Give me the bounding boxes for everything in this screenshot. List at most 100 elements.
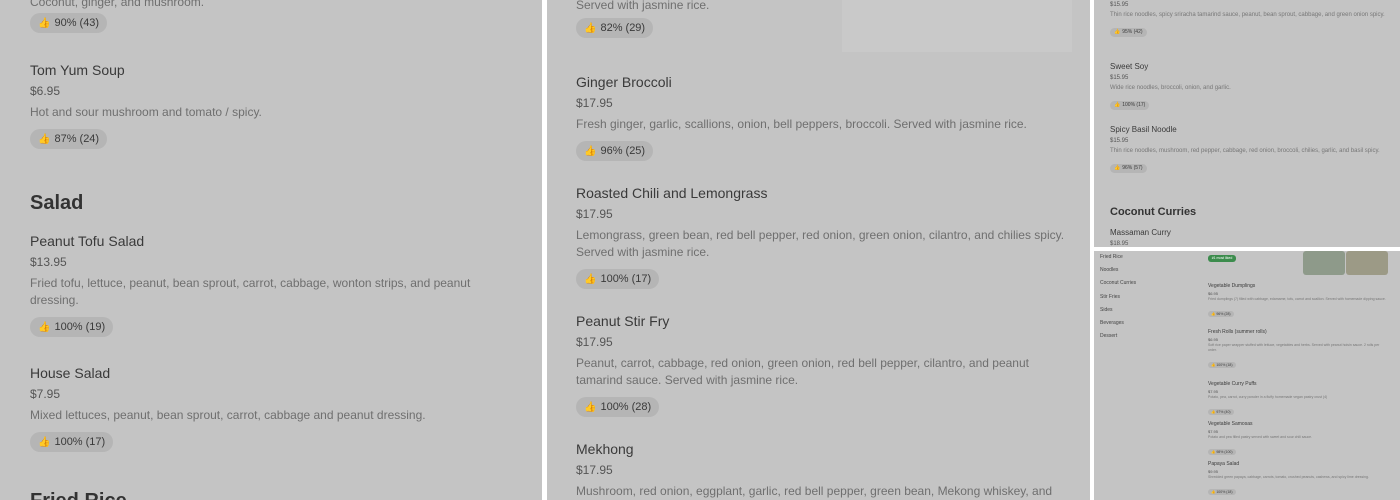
thumbs-up-icon: 👍 (38, 321, 51, 333)
thumbs-up-icon: 👍 (584, 273, 597, 285)
item-description: Thin rice noodles, mushroom, red pepper,… (1110, 148, 1380, 154)
menu-item[interactable]: Roasted Chili and Lemongrass $17.95 Lemo… (576, 185, 1066, 289)
category-nav-item[interactable]: Stir Fries (1100, 294, 1120, 300)
menu-item[interactable]: Fresh Rolls (summer rolls) $6.95 Soft ri… (1208, 329, 1388, 371)
item-description: Potato, pea, carrot, curry powder in a f… (1208, 395, 1328, 399)
category-nav-item[interactable]: Sides (1100, 307, 1113, 313)
item-name: Vegetable Curry Puffs (1208, 381, 1257, 387)
item-name: Tom Yum Soup (30, 62, 125, 78)
rating-badge: 👍 96% (28) (1208, 311, 1234, 317)
rating-value: 100% (17) (54, 436, 106, 448)
menu-panel-middle: Served with jasmine rice. 👍 82% (29) Ging… (547, 0, 1090, 500)
item-price: $17.95 (576, 463, 613, 477)
item-description: Shredded green papaya, cabbage, carrots,… (1208, 475, 1369, 479)
rating-value: 98% (100) (1216, 450, 1233, 454)
rating-value: 97% (40) (1216, 410, 1231, 414)
category-nav-item[interactable]: Beverages (1100, 320, 1124, 326)
item-description: Served with jasmine rice. (576, 0, 710, 12)
rating-value: 100% (17) (600, 273, 652, 285)
item-name: Vegetable Samosas (1208, 421, 1253, 427)
item-name: Spicy Basil Noodle (1110, 125, 1177, 134)
item-description: Potato and pea filled pastry served with… (1208, 435, 1313, 439)
item-description: Mixed lettuces, peanut, bean sprout, car… (30, 408, 426, 422)
rating-badge: 👍 96% (57) (1110, 163, 1147, 173)
menu-item[interactable]: Ginger Broccoli $17.95 Fresh ginger, gar… (576, 74, 1066, 161)
item-description: Mushroom, red onion, eggplant, garlic, r… (576, 484, 1053, 498)
category-nav-item[interactable]: Noodles (1100, 267, 1118, 273)
item-price: $9.95 (1208, 469, 1219, 474)
rating-badge: 👍 100% (17) (30, 432, 114, 452)
rating-badge: 👍 90% (43) (30, 13, 108, 33)
item-price: $13.95 (30, 255, 67, 269)
menu-item[interactable]: Vegetable Dumplings $6.95 Fried dumpling… (1208, 283, 1388, 320)
item-price: $17.95 (576, 96, 613, 110)
menu-item[interactable]: Peanut Tofu Salad $13.95 Fried tofu, let… (30, 233, 510, 337)
rating-value: 100% (18) (1216, 490, 1233, 494)
rating-value: 96% (25) (600, 145, 646, 157)
menu-item[interactable]: Vegetable Curry Puffs $7.95 Potato, pea,… (1208, 381, 1388, 418)
item-price: $6.95 (30, 84, 61, 98)
menu-item[interactable]: House Salad $7.95 Mixed lettuces, peanut… (30, 365, 510, 452)
section-title-coconut-curries: Coconut Curries (1110, 206, 1197, 218)
item-price: $17.95 (576, 207, 613, 221)
item-name: Ginger Broccoli (576, 74, 672, 90)
rating-value: 82% (29) (600, 22, 646, 34)
rating-value: 100% (17) (1122, 102, 1146, 108)
item-name: Massaman Curry (1110, 228, 1171, 237)
rating-badge: 👍 98% (100) (1208, 449, 1236, 455)
item-photo (842, 0, 1072, 52)
item-name: Fresh Rolls (summer rolls) (1208, 329, 1267, 335)
section-title-salad: Salad (30, 192, 84, 214)
menu-item[interactable]: Massaman Curry $18.95 (1110, 228, 1390, 247)
rating-value: 90% (43) (54, 17, 100, 29)
item-name: Peanut Tofu Salad (30, 233, 145, 249)
item-name: Mekhong (576, 441, 634, 457)
item-name: Roasted Chili and Lemongrass (576, 185, 768, 201)
item-price: $15.95 (1110, 138, 1129, 144)
item-price: $7.95 (30, 387, 61, 401)
menu-item[interactable]: $15.95 Thin rice noodles, spicy sriracha… (1110, 2, 1390, 38)
item-description: Fried dumplings (7) filled with cabbage,… (1208, 297, 1386, 301)
rating-badge: 👍 87% (24) (30, 129, 108, 149)
rating-badge: 👍 100% (19) (30, 317, 114, 337)
thumbs-up-icon: 👍 (38, 436, 51, 448)
menu-item[interactable]: Peanut Stir Fry $17.95 Peanut, carrot, c… (576, 313, 1066, 417)
rating-value: 100% (19) (54, 321, 106, 333)
item-name: Sweet Soy (1110, 62, 1149, 71)
item-description: Fresh ginger, garlic, scallions, onion, … (576, 117, 1027, 131)
item-name: Papaya Salad (1208, 461, 1240, 467)
menu-panel-right-top: $15.95 Thin rice noodles, spicy sriracha… (1094, 0, 1400, 247)
menu-item[interactable]: Vegetable Samosas $7.95 Potato and pea f… (1208, 421, 1388, 458)
item-price: $15.95 (1110, 2, 1129, 8)
menu-item[interactable]: Tom Yum Soup $6.95 Hot and sour mushroom… (30, 62, 510, 149)
menu-item[interactable]: Mekhong $17.95 Mushroom, red onion, eggp… (576, 441, 1066, 500)
rating-value: 87% (24) (54, 133, 100, 145)
thumbs-up-icon: 👍 (1211, 363, 1216, 367)
item-name: Vegetable Dumplings (1208, 283, 1256, 289)
item-price: $6.95 (1208, 337, 1219, 342)
category-nav-item[interactable]: Coconut Curries (1100, 280, 1136, 286)
rating-value: 96% (28) (1216, 312, 1231, 316)
item-description: Peanut, carrot, cabbage, red onion, gree… (576, 356, 1029, 387)
thumbs-up-icon: 👍 (1114, 102, 1121, 108)
category-nav-item[interactable]: Fried Rice (1100, 254, 1123, 260)
thumbs-up-icon: 👍 (1114, 165, 1121, 171)
item-description: Lemongrass, green bean, red bell pepper,… (576, 228, 1065, 259)
menu-item[interactable]: Spicy Basil Noodle $15.95 Thin rice nood… (1110, 125, 1390, 174)
thumbs-up-icon: 👍 (1211, 410, 1216, 414)
menu-panel-left: Coconut, ginger, and mushroom. 👍 90% (43)… (0, 0, 542, 500)
rating-badge: 👍 100% (28) (576, 397, 660, 417)
rating-badge: 👍 82% (29) (576, 18, 654, 38)
rating-badge: 👍 97% (40) (1208, 409, 1234, 415)
thumbs-up-icon: 👍 (1211, 450, 1216, 454)
item-photo (1303, 251, 1345, 275)
rating-badge: 👍 100% (17) (1110, 100, 1150, 110)
item-price: $7.95 (1208, 389, 1219, 394)
item-name: House Salad (30, 365, 111, 381)
category-nav-item[interactable]: Dessert (1100, 333, 1117, 339)
item-price: $6.95 (1208, 291, 1219, 296)
menu-item[interactable]: Papaya Salad $9.95 Shredded green papaya… (1208, 461, 1388, 498)
item-description: Coconut, ginger, and mushroom. (30, 0, 205, 9)
rating-value: 96% (57) (1122, 165, 1143, 171)
menu-item[interactable]: Sweet Soy $15.95 Wide rice noodles, broc… (1110, 62, 1390, 111)
